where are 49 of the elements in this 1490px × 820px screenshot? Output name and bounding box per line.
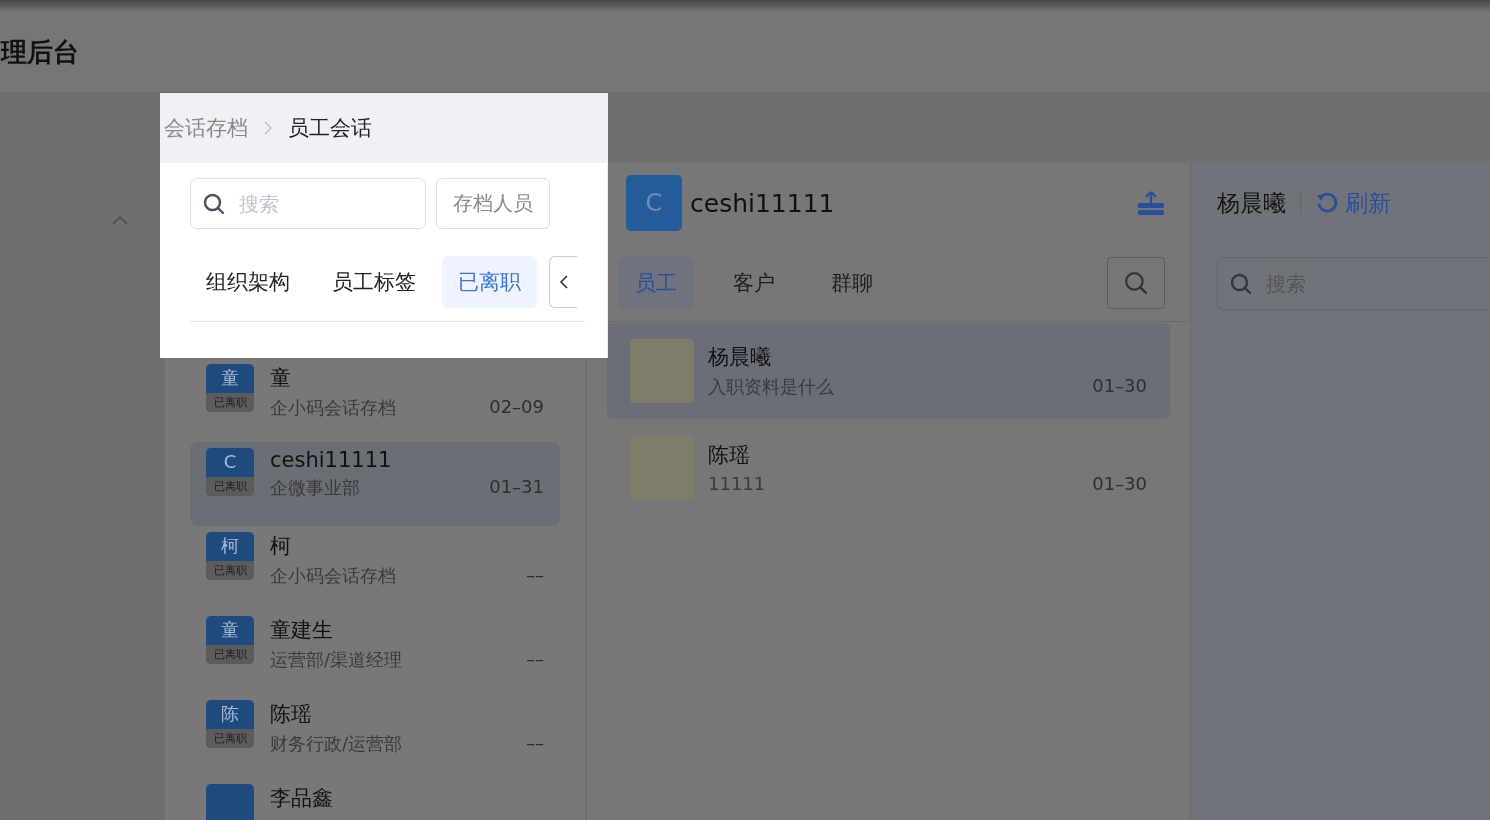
search-icon [1124, 271, 1148, 295]
breadcrumb-item: 员工会话 [288, 115, 372, 142]
filter-tab[interactable]: 员工标签 [316, 256, 432, 308]
date-text: 01–30 [1092, 472, 1147, 494]
date-text: 01–31 [489, 476, 544, 499]
category-tab[interactable]: 客户 [716, 257, 792, 309]
avatar: C [626, 175, 682, 231]
chevron-up-icon[interactable] [112, 215, 128, 225]
contact-name: 陈瑶 [708, 441, 751, 469]
department-text: 财务行政/运营部 [270, 732, 403, 756]
contact-name: 陈瑶 [270, 701, 313, 728]
contact-name: 杨晨曦 [1217, 188, 1286, 218]
contact-name: 杨晨曦 [708, 344, 772, 371]
collapse-button[interactable] [549, 256, 577, 308]
date-text: 02–09 [489, 396, 544, 419]
category-tab[interactable]: 群聊 [814, 257, 890, 309]
search-icon [1230, 272, 1252, 295]
conversation-item[interactable]: 杨晨曦 入职资料是什么 01–30 [607, 323, 1170, 419]
search-button[interactable] [1107, 257, 1165, 309]
archive-members-button[interactable]: 存档人员 [436, 178, 550, 229]
message-preview: 入职资料是什么 [708, 375, 834, 399]
message-preview: 11111 [708, 472, 766, 494]
department-text: 企小码会话存档 [270, 564, 396, 588]
refresh-icon [1315, 191, 1339, 215]
date-text: –– [526, 732, 544, 755]
contact-name: 李品鑫 [270, 785, 334, 812]
contact-name: ceshi11111 [270, 448, 393, 472]
contact-name: 童建生 [270, 617, 334, 644]
chevron-right-icon [264, 121, 272, 135]
department-text: 运营部/渠道经理 [270, 648, 403, 672]
avatar [206, 784, 254, 820]
search-input[interactable]: 搜索 [237, 190, 381, 217]
search-icon [203, 192, 225, 215]
filter-tab[interactable]: 已离职 [442, 256, 537, 308]
contact-name: 童 [270, 365, 292, 392]
department-text: 企小码会话存档 [270, 396, 396, 420]
app-title: 理后台 [1, 35, 79, 69]
filter-tab[interactable]: 组织架构 [190, 256, 306, 308]
contact-item[interactable]: 李品鑫 [190, 778, 560, 820]
chevron-left-icon [558, 274, 569, 290]
breadcrumb-item[interactable]: 会话存档 [164, 114, 248, 142]
date-text: –– [526, 648, 544, 671]
export-icon[interactable] [1137, 191, 1165, 215]
conversation-item[interactable]: 陈瑶 11111 01–30 [607, 419, 1170, 515]
date-text: –– [526, 564, 544, 587]
contact-name: 柯 [270, 533, 292, 560]
department-text: 企微事业部 [270, 476, 360, 500]
employee-name: ceshi11111 [690, 188, 836, 218]
date-text: 01–30 [1092, 375, 1147, 398]
